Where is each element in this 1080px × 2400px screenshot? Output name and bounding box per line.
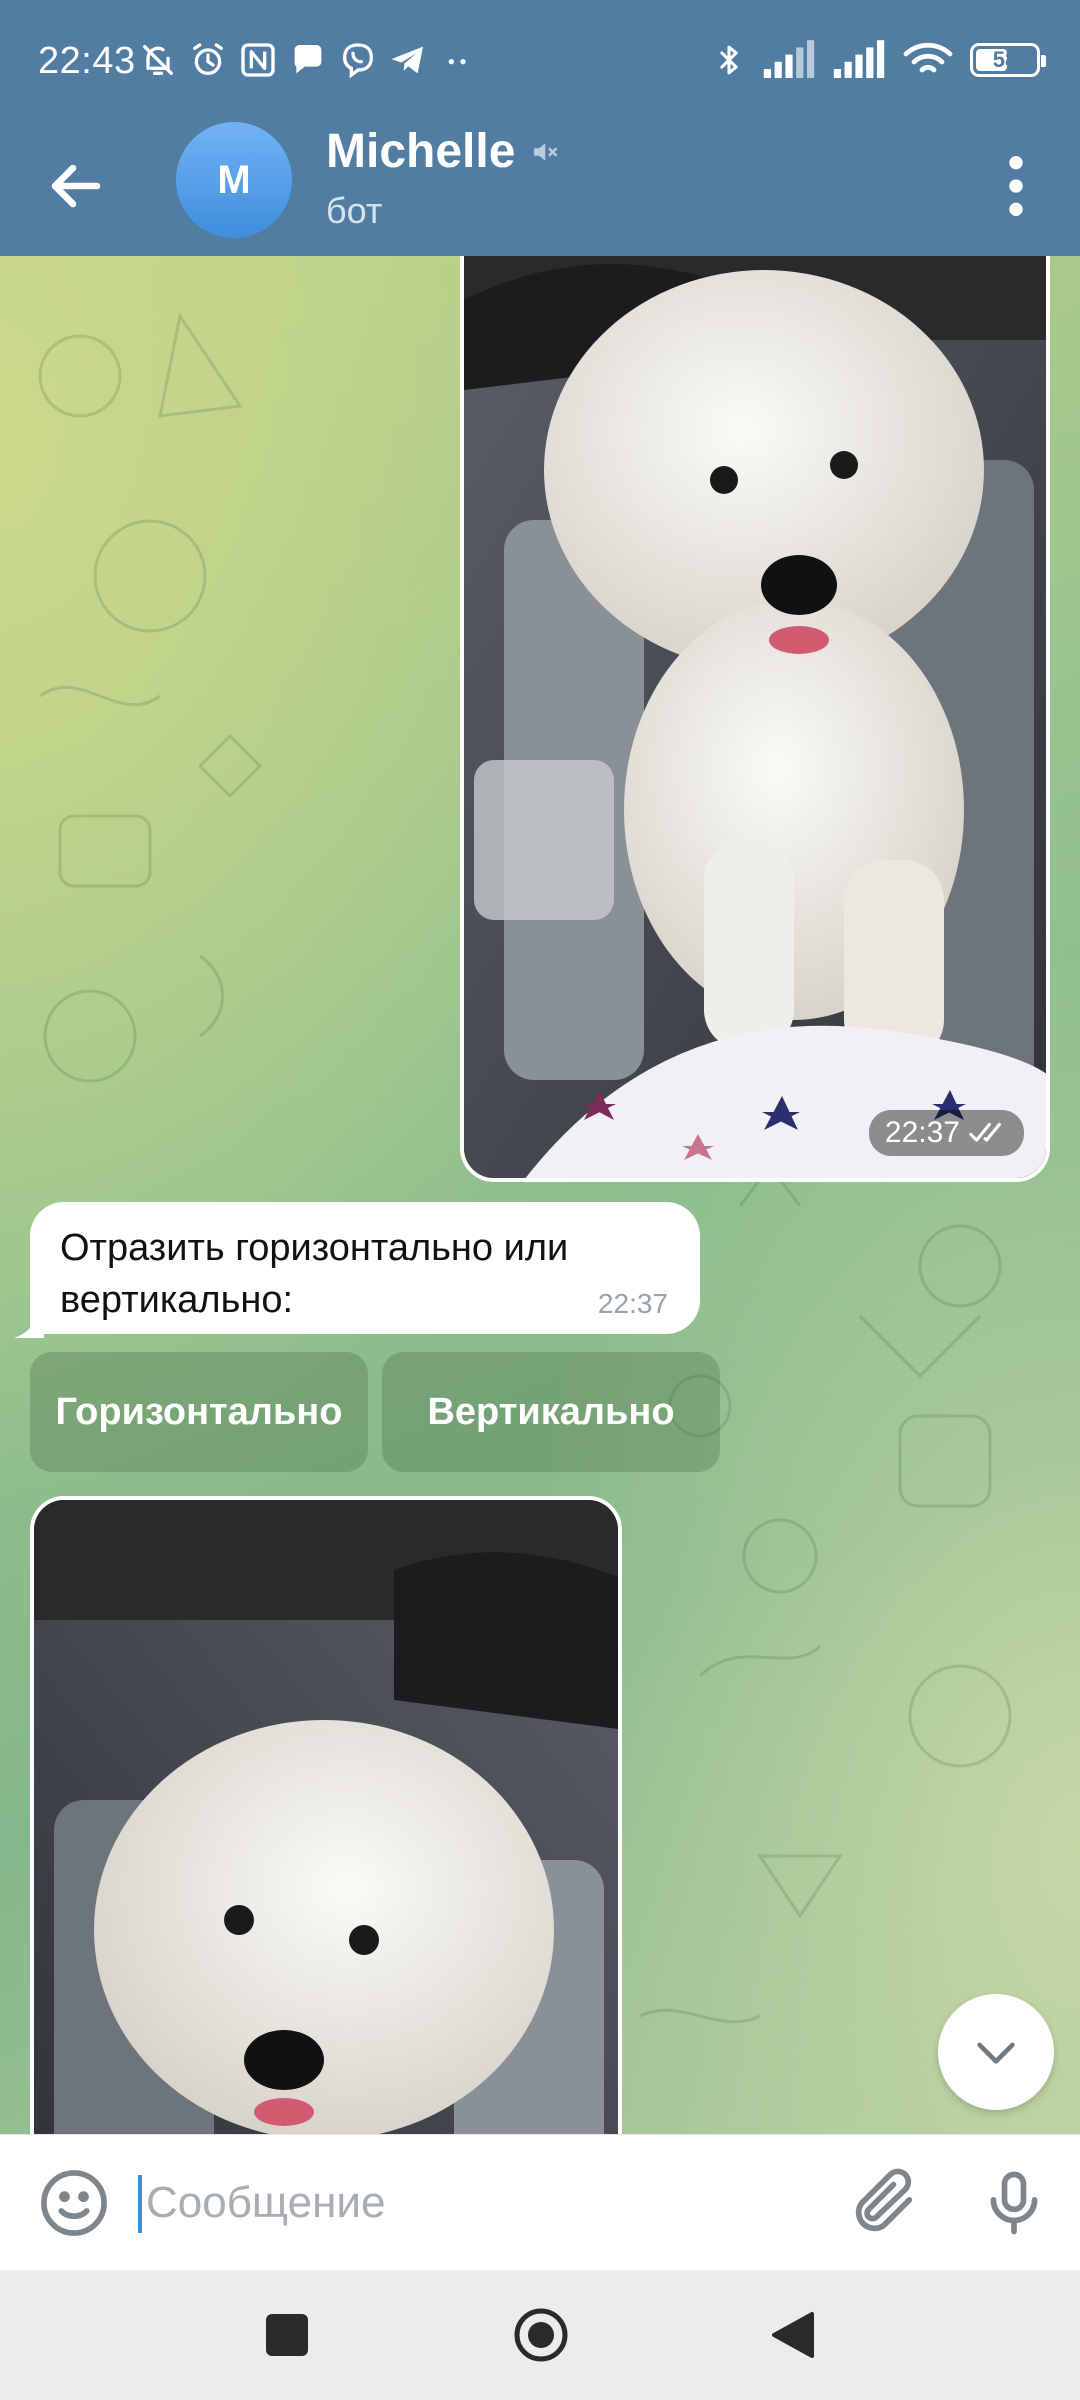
microphone-icon[interactable] bbox=[976, 2163, 1052, 2243]
battery-tip bbox=[1041, 55, 1046, 67]
arrow-left-icon[interactable] bbox=[40, 150, 112, 222]
chat-subtitle: бот bbox=[326, 190, 383, 231]
status-icons-left bbox=[138, 40, 478, 80]
muted-speaker-icon bbox=[534, 142, 558, 161]
chat-header: M Michelle бот bbox=[0, 118, 1080, 256]
outgoing-photo-message[interactable]: 22:37 bbox=[460, 256, 1050, 1182]
dog-photo-image bbox=[464, 256, 1046, 1178]
app-top-bar: 22:43 58 M Michelle бот bbox=[0, 0, 1080, 256]
chat-bubble-icon bbox=[294, 45, 322, 74]
battery-level: 58 bbox=[992, 47, 1018, 72]
photo-time-text: 22:37 bbox=[884, 1116, 960, 1149]
chat-title[interactable]: Michelle bbox=[326, 124, 559, 179]
status-time: 22:43 bbox=[38, 40, 136, 82]
message-time: 22:37 bbox=[597, 1288, 668, 1319]
chat-area[interactable]: 22:37 Отразить горизонтально или вертика… bbox=[0, 256, 1080, 2134]
incoming-photo-message[interactable] bbox=[30, 1496, 622, 2134]
scroll-down-button[interactable] bbox=[938, 1994, 1054, 2110]
triangle-back-icon[interactable] bbox=[770, 2310, 818, 2360]
vertical-button[interactable]: Вертикально bbox=[382, 1352, 720, 1472]
incoming-text-message[interactable]: Отразить горизонтально или вертикально: … bbox=[30, 1202, 700, 1334]
nfc-icon bbox=[241, 43, 275, 77]
more-dots-icon bbox=[448, 59, 466, 65]
mirrored-dog-photo-image bbox=[34, 1500, 618, 2134]
viber-icon bbox=[342, 43, 374, 79]
avatar[interactable]: M bbox=[176, 122, 292, 238]
paperclip-icon[interactable] bbox=[846, 2165, 922, 2241]
system-nav-bar bbox=[0, 2270, 1080, 2400]
signal-icon bbox=[763, 40, 815, 78]
bluetooth-icon bbox=[720, 45, 738, 75]
message-input[interactable] bbox=[142, 2165, 850, 2241]
status-bar: 22:43 58 bbox=[0, 0, 1080, 128]
photo-timestamp: 22:37 bbox=[868, 1110, 1024, 1156]
battery-indicator: 58 bbox=[970, 43, 1046, 77]
mute-bell-icon bbox=[143, 45, 173, 76]
double-check-icon bbox=[969, 1122, 1001, 1142]
telegram-icon bbox=[391, 46, 423, 74]
chat-title-text: Michelle bbox=[326, 125, 516, 178]
inline-keyboard: Горизонтально Вертикально bbox=[30, 1352, 720, 1472]
status-icons-right: 58 bbox=[712, 38, 1046, 82]
chevron-down-icon bbox=[977, 2042, 1015, 2064]
telegram-chat-screen: 22:43 58 M Michelle бот 22:37 Отразить г… bbox=[0, 0, 1080, 2400]
emoji-icon[interactable] bbox=[36, 2165, 112, 2241]
vertical-dots-icon[interactable] bbox=[976, 146, 1056, 226]
alarm-icon bbox=[193, 43, 223, 75]
message-input-bar bbox=[0, 2134, 1080, 2271]
wifi-icon bbox=[903, 42, 953, 73]
square-icon[interactable] bbox=[266, 2314, 308, 2356]
horizontal-button[interactable]: Горизонтально bbox=[30, 1352, 368, 1472]
message-text: Отразить горизонтально или вертикально: bbox=[60, 1227, 569, 1321]
signal-icon bbox=[833, 40, 885, 78]
circle-icon[interactable] bbox=[512, 2306, 570, 2364]
